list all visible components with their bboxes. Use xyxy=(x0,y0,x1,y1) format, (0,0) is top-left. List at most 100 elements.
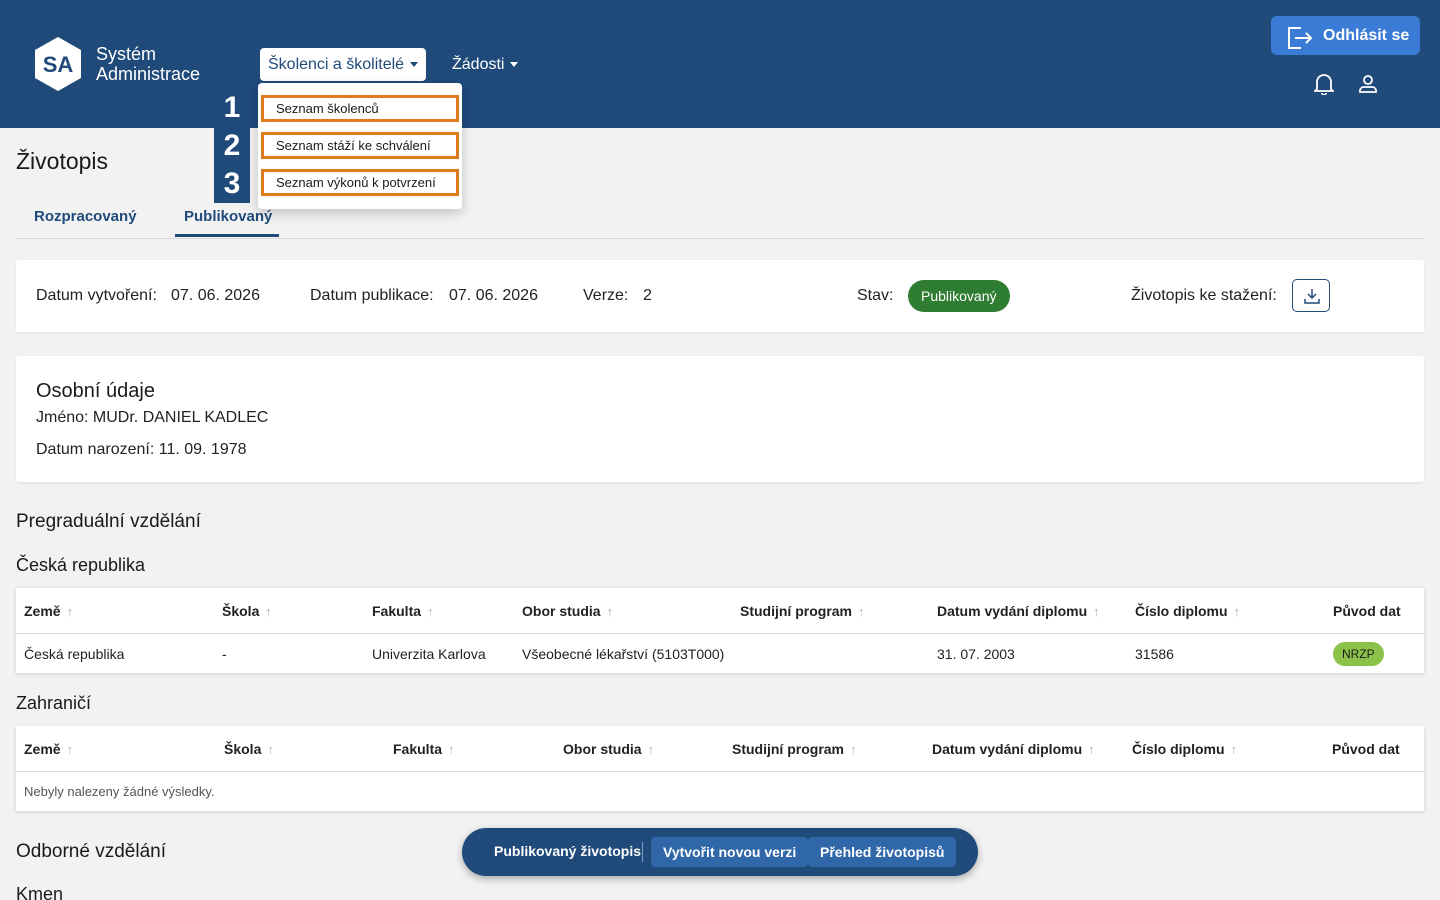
cell-skola: - xyxy=(222,646,227,662)
tab-rozpracovany[interactable]: Rozpracovaný xyxy=(34,208,137,225)
sort-arrow-up-icon: ↑ xyxy=(1233,604,1241,619)
page-title: Životopis xyxy=(16,148,109,174)
divider xyxy=(642,842,643,862)
pregradual-heading: Pregraduální vzdělání xyxy=(16,511,201,532)
birth-date-line: Datum narození: 11. 09. 1978 xyxy=(36,441,247,458)
status-label: Stav: xyxy=(857,287,894,304)
sort-arrow-up-icon: ↑ xyxy=(850,742,857,757)
active-tab-indicator xyxy=(175,234,279,237)
sort-arrow-up-icon: ↑ xyxy=(858,604,865,619)
cv-overview-button[interactable]: Přehled životopisů xyxy=(808,837,957,867)
column-header[interactable]: Obor studia ↑ xyxy=(522,603,613,619)
menu-item-seznam-vykonu[interactable]: Seznam výkonů k potvrzení xyxy=(261,169,459,196)
sort-arrow-up-icon: ↑ xyxy=(606,604,614,619)
nav-skolenci-label: Školenci a školitelé xyxy=(268,56,405,73)
sort-arrow-up-icon: ↑ xyxy=(1230,742,1238,757)
column-header[interactable]: Číslo diplomu ↑ xyxy=(1132,741,1237,757)
column-header[interactable]: Studijní program ↑ xyxy=(740,603,865,619)
logout-label: Odhlásit se xyxy=(1323,27,1410,44)
download-label: Životopis ke stažení: xyxy=(1131,287,1277,304)
cell-zeme: Česká republika xyxy=(24,646,125,662)
cv-meta-card: Datum vytvoření: 07. 06. 2026 Datum publ… xyxy=(16,260,1424,332)
annotation-number-1: 1 xyxy=(214,89,250,127)
table-empty-row: Nebyly nalezeny žádné výsledky. xyxy=(16,772,1424,811)
foreign-education-table: Země ↑ Škola ↑ Fakulta ↑ Obor studia ↑ Studi… xyxy=(16,726,1424,811)
chevron-down-icon xyxy=(410,62,419,68)
annotation-number-2: 2 xyxy=(214,127,250,165)
create-new-version-button[interactable]: Vytvořit novou verzi xyxy=(651,837,809,867)
logout-button[interactable]: Odhlásit se xyxy=(1271,16,1420,55)
column-header[interactable]: Země ↑ xyxy=(24,741,73,757)
sort-arrow-up-icon: ↑ xyxy=(1093,604,1100,619)
download-icon xyxy=(1304,289,1320,304)
column-header[interactable]: Škola ↑ xyxy=(224,741,274,757)
menu-item-seznam-skolencu[interactable]: Seznam školenců xyxy=(261,95,459,122)
menu-item-label: Seznam výkonů k potvrzení xyxy=(276,175,436,190)
menu-item-label: Seznam stáží ke schválení xyxy=(276,138,431,153)
professional-heading: Odborné vzdělání xyxy=(16,841,166,862)
version-label: Verze: xyxy=(583,287,629,304)
table-header-row: Země ↑ Škola ↑ Fakulta ↑ Obor studia ↑ Studi… xyxy=(16,588,1424,634)
sort-arrow-up-icon: ↑ xyxy=(647,742,655,757)
floating-action-bar: Publikovaný životopis Vytvořit novou ver… xyxy=(462,828,978,876)
cell-cislo: 31586 xyxy=(1135,646,1174,662)
column-header[interactable]: Fakulta ↑ xyxy=(372,603,434,619)
nav-zadosti-label: Žádosti xyxy=(452,56,505,73)
source-badge: NRZP xyxy=(1333,642,1384,666)
bell-icon[interactable] xyxy=(1312,73,1336,100)
column-header[interactable]: Země ↑ xyxy=(24,603,73,619)
column-header: Původ dat xyxy=(1332,741,1400,757)
chevron-down-icon xyxy=(510,62,519,68)
menu-item-label: Seznam školenců xyxy=(276,101,379,116)
nav-zadosti[interactable]: Žádosti xyxy=(452,48,519,81)
svg-text:SA: SA xyxy=(43,52,74,77)
created-value: 07. 06. 2026 xyxy=(171,287,260,304)
logo[interactable]: SA xyxy=(34,37,82,91)
table-header-row: Země ↑ Škola ↑ Fakulta ↑ Obor studia ↑ Studi… xyxy=(16,726,1424,772)
sort-arrow-up-icon: ↑ xyxy=(66,604,74,619)
version-value: 2 xyxy=(643,287,652,304)
column-header[interactable]: Datum vydání diplomu ↑ xyxy=(932,741,1095,757)
published-label: Datum publikace: xyxy=(310,287,434,304)
annotation-number-3: 3 xyxy=(214,165,250,203)
column-header[interactable]: Studijní program ↑ xyxy=(732,741,857,757)
brand-line-2: Administrace xyxy=(96,64,201,84)
column-header[interactable]: Číslo diplomu ↑ xyxy=(1135,603,1240,619)
cell-obor: Všeobecné lékařství (5103T000) xyxy=(522,646,725,662)
column-header[interactable]: Fakulta ↑ xyxy=(393,741,455,757)
empty-results-text: Nebyly nalezeny žádné výsledky. xyxy=(24,784,215,799)
column-header[interactable]: Datum vydání diplomu ↑ xyxy=(937,603,1100,619)
logout-icon xyxy=(1287,25,1313,64)
tab-publikovany[interactable]: Publikovaný xyxy=(184,208,272,225)
brand-line-1: Systém xyxy=(96,44,157,64)
cell-datum: 31. 07. 2003 xyxy=(937,646,1015,662)
czech-heading: Česká republika xyxy=(16,555,146,575)
cell-fakulta: Univerzita Karlova xyxy=(372,646,486,662)
sort-arrow-up-icon: ↑ xyxy=(265,604,272,619)
brand-name: Systém Administrace xyxy=(96,44,200,84)
foreign-heading: Zahraničí xyxy=(16,693,92,713)
column-header[interactable]: Škola ↑ xyxy=(222,603,272,619)
column-header[interactable]: Obor studia ↑ xyxy=(563,741,654,757)
sort-arrow-up-icon: ↑ xyxy=(427,604,434,619)
sort-arrow-up-icon: ↑ xyxy=(1088,742,1095,757)
name-line: Jméno: MUDr. DANIEL KADLEC xyxy=(36,409,269,426)
published-value: 07. 06. 2026 xyxy=(449,287,538,304)
download-button[interactable] xyxy=(1292,279,1330,312)
published-cv-label: Publikovaný životopis xyxy=(494,843,642,859)
sort-arrow-up-icon: ↑ xyxy=(66,742,74,757)
kmen-heading: Kmen xyxy=(16,884,64,900)
personal-info-card: Osobní údaje Jméno: MUDr. DANIEL KADLEC … xyxy=(16,356,1424,482)
table-row: Česká republika - Univerzita Karlova Vše… xyxy=(16,634,1424,673)
menu-item-seznam-stazi[interactable]: Seznam stáží ke schválení xyxy=(261,132,459,159)
created-label: Datum vytvoření: xyxy=(36,287,157,304)
column-header: Původ dat xyxy=(1333,603,1401,619)
user-icon[interactable] xyxy=(1359,75,1377,98)
nav-dropdown-menu: Seznam školenců Seznam stáží ke schválen… xyxy=(258,83,462,209)
personal-heading: Osobní údaje xyxy=(36,380,155,402)
nav-skolenci-skolitele[interactable]: Školenci a školitelé xyxy=(260,48,427,81)
sort-arrow-up-icon: ↑ xyxy=(448,742,455,757)
czech-education-table: Země ↑ Škola ↑ Fakulta ↑ Obor studia ↑ Studi… xyxy=(16,588,1424,673)
tabs-divider xyxy=(16,238,1424,239)
sort-arrow-up-icon: ↑ xyxy=(267,742,274,757)
